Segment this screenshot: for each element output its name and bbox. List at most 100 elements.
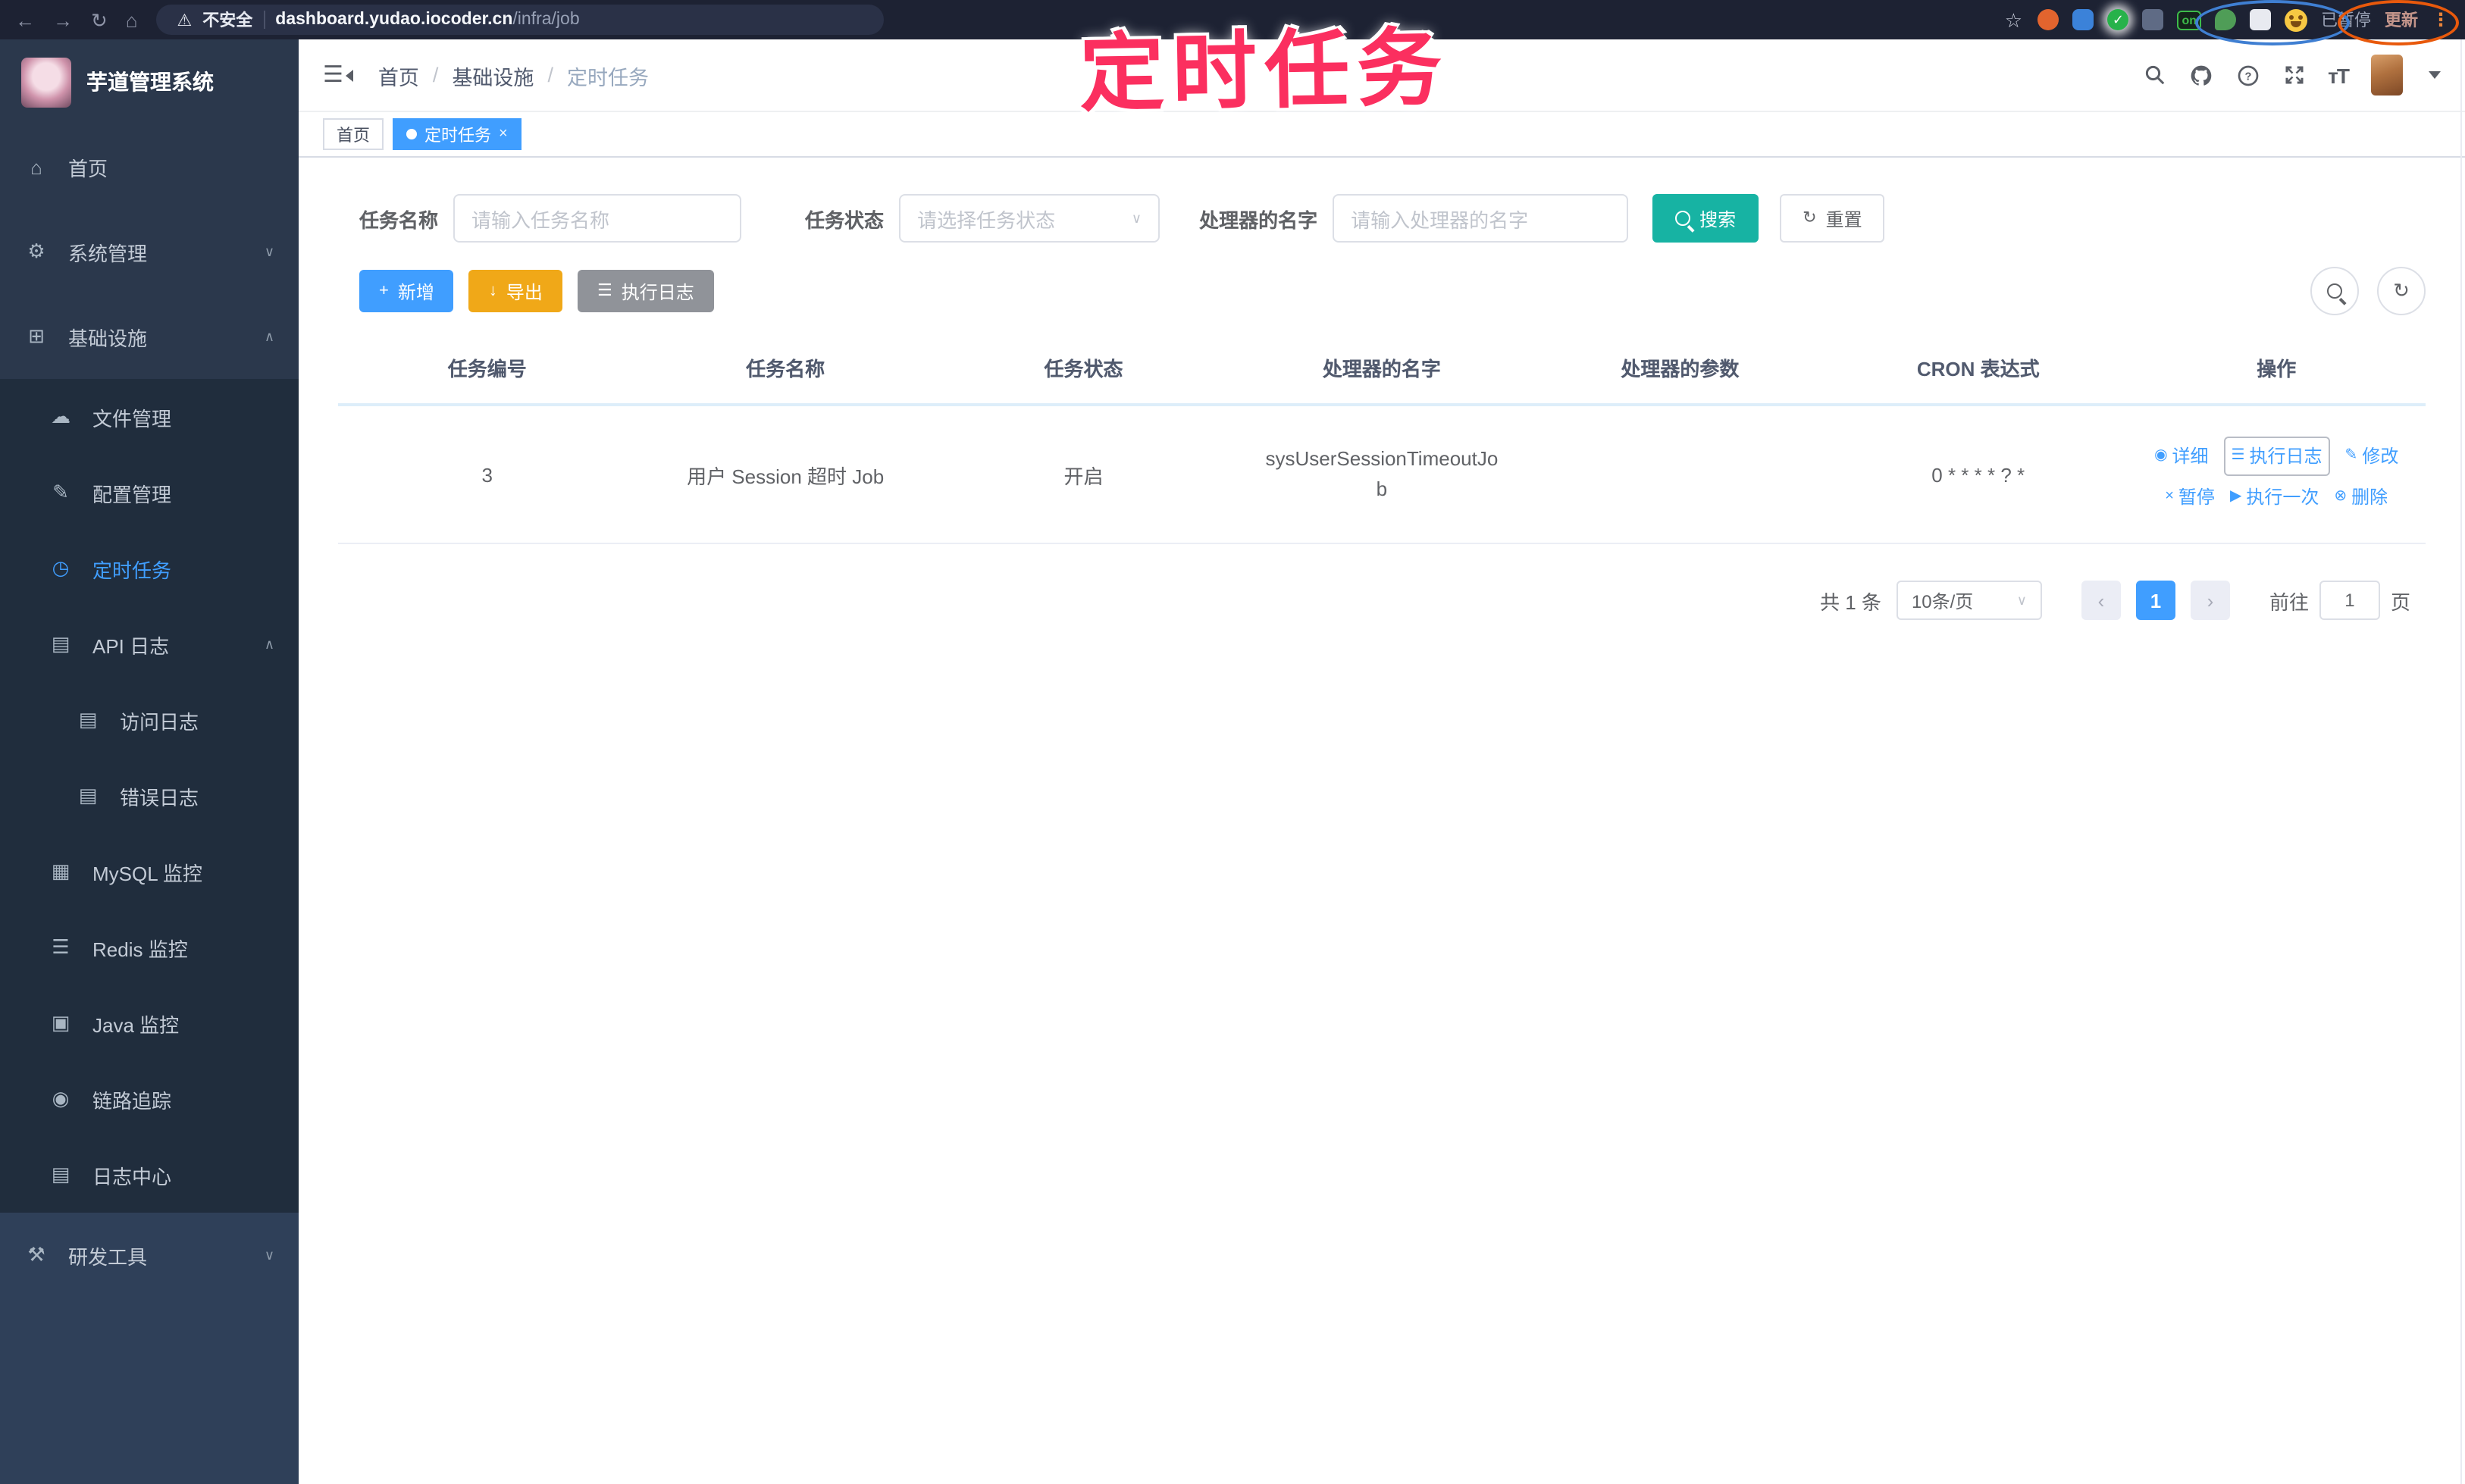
cell-operations: ◉ 详细 ☰ 执行日志 ✎ 修改 × 暂停 ▶ 执行一次 ⊗ 删除 [2127, 405, 2426, 544]
prev-page-button[interactable]: ‹ [2081, 581, 2121, 620]
refresh-table-button[interactable]: ↻ [2377, 267, 2426, 315]
app-logo[interactable]: 芋道管理系统 [0, 39, 299, 124]
task-name-input[interactable]: 请输入任务名称 [453, 194, 742, 243]
extension-puzzle-icon[interactable] [2142, 9, 2164, 30]
fullscreen-icon[interactable] [2282, 64, 2305, 86]
export-button[interactable]: ↓ 导出 [468, 270, 562, 312]
edit-link[interactable]: ✎ 修改 [2345, 437, 2399, 474]
cell-task-status: 开启 [934, 405, 1233, 544]
reload-icon[interactable]: ↻ [91, 10, 108, 30]
security-label[interactable]: 不安全 [202, 8, 252, 32]
cell-task-id: 3 [338, 405, 637, 544]
sidebar-item-access-log[interactable]: ▤ 访问日志 [0, 682, 299, 758]
goto-suffix: 页 [2390, 590, 2410, 613]
col-operations: 操作 [2127, 330, 2426, 406]
handler-name-input[interactable]: 请输入处理器的名字 [1333, 194, 1629, 243]
task-status-placeholder: 请选择任务状态 [917, 208, 1056, 231]
exec-log-button[interactable]: ☰ 执行日志 [577, 270, 714, 312]
address-bar[interactable]: ⚠ 不安全 dashboard.yudao.iocoder.cn/infra/j… [155, 5, 884, 35]
edit-icon: ✎ [52, 481, 69, 503]
app-title: 芋道管理系统 [86, 70, 214, 94]
cell-task-name: 用户 Session 超时 Job [636, 405, 935, 544]
col-handler-name: 处理器的名字 [1232, 330, 1531, 406]
next-page-button[interactable]: › [2190, 581, 2230, 620]
sidebar-item-file-manage[interactable]: ☁ 文件管理 [0, 379, 299, 455]
sidebar-item-redis-monitor[interactable]: ☰ Redis 监控 [0, 909, 299, 985]
delete-link[interactable]: ⊗ 删除 [2334, 478, 2388, 515]
chevron-down-icon: ∨ [264, 243, 274, 258]
sidebar-item-system[interactable]: ⚙ 系统管理 ∨ [0, 209, 299, 294]
page-size-select[interactable]: 10条/页 ∨ [1896, 581, 2042, 620]
extension-area: ☆ ✓ on 已暂停 更新 ⋮ [2003, 8, 2450, 32]
reset-button[interactable]: ↻ 重置 [1780, 194, 1885, 243]
handler-name-label: 处理器的名字 [1199, 208, 1318, 231]
trash-icon: ⊗ [2334, 487, 2348, 504]
url-text: dashboard.yudao.iocoder.cn/infra/job [275, 11, 579, 29]
toolbar-right: ↻ [2310, 267, 2426, 315]
tab-scheduled-task[interactable]: 定时任务 × [393, 118, 522, 150]
avatar-caret-icon[interactable] [2429, 71, 2441, 79]
on-badge[interactable]: on [2177, 10, 2201, 30]
tags-bar: 首页 定时任务 × [299, 112, 2465, 158]
font-size-icon[interactable]: тT [2328, 63, 2350, 87]
sidebar-item-error-log[interactable]: ▤ 错误日志 [0, 758, 299, 834]
task-name-label: 任务名称 [359, 208, 439, 231]
forward-icon[interactable]: → [53, 10, 73, 30]
download-icon: ↓ [488, 281, 497, 299]
search-icon[interactable] [2143, 64, 2166, 86]
sidebar-collapse-button[interactable]: ☰ [323, 64, 354, 86]
scrollbar-edge[interactable] [2460, 39, 2462, 1484]
run-once-link[interactable]: ▶ 执行一次 [2230, 478, 2319, 515]
sidebar-lower: ⚒ 研发工具 ∨ [0, 1213, 299, 1484]
sidebar-item-log-center[interactable]: ▤ 日志中心 [0, 1137, 299, 1213]
task-status-select[interactable]: 请选择任务状态 ∨ [899, 194, 1160, 243]
browser-menu-icon[interactable]: ⋮ [2432, 9, 2450, 30]
extension-orange-icon[interactable] [2037, 9, 2059, 30]
plus-icon: + [379, 281, 389, 299]
help-icon[interactable]: ? [2235, 63, 2260, 87]
extension-green-check-icon[interactable]: ✓ [2107, 9, 2129, 30]
sidebar-item-label: 定时任务 [92, 559, 172, 581]
page-1-button[interactable]: 1 [2135, 581, 2175, 620]
database-icon: ▦ [51, 859, 70, 882]
sidebar-item-java-monitor[interactable]: ▣ Java 监控 [0, 985, 299, 1061]
home-icon: ⌂ [30, 155, 42, 178]
sidebar-item-trace[interactable]: ◉ 链路追踪 [0, 1061, 299, 1137]
user-avatar[interactable] [2371, 55, 2403, 95]
goto-page-input[interactable]: 1 [2319, 581, 2380, 620]
add-button[interactable]: + 新增 [359, 270, 454, 312]
sidebar-item-home[interactable]: ⌂ 首页 [0, 124, 299, 209]
row-exec-log-link[interactable]: ☰ 执行日志 [2223, 436, 2330, 475]
sidebar-item-api-log[interactable]: ▤ API 日志 ∧ [0, 606, 299, 682]
sidebar-item-config-manage[interactable]: ✎ 配置管理 [0, 455, 299, 531]
sidebar-item-label: API 日志 [92, 634, 170, 657]
toggle-search-button[interactable] [2310, 267, 2359, 315]
sidebar-item-infra[interactable]: ⊞ 基础设施 ∧ [0, 294, 299, 379]
extension-leaf-icon[interactable] [2215, 9, 2236, 30]
run-once-label: 执行一次 [2246, 486, 2319, 507]
gear-icon: ⚙ [27, 240, 45, 262]
back-icon[interactable]: ← [15, 10, 35, 30]
sidebar-item-label: 首页 [68, 157, 108, 180]
github-icon[interactable] [2188, 63, 2213, 87]
pause-link[interactable]: × 暂停 [2165, 478, 2215, 515]
browser-home-icon[interactable]: ⌂ [126, 10, 138, 30]
update-button[interactable]: 更新 [2385, 8, 2418, 32]
bookmark-star-icon[interactable]: ☆ [2003, 9, 2024, 30]
chevron-up-icon: ∧ [264, 328, 274, 343]
edit-link-label: 修改 [2362, 445, 2399, 466]
tab-home[interactable]: 首页 [323, 118, 384, 150]
sidebar-item-dev-tools[interactable]: ⚒ 研发工具 ∨ [0, 1213, 299, 1298]
breadcrumb-infra[interactable]: 基础设施 [452, 60, 534, 90]
emoji-avatar-icon[interactable] [2285, 8, 2307, 31]
extension-blue-icon[interactable] [2072, 9, 2094, 30]
detail-link[interactable]: ◉ 详细 [2154, 437, 2209, 474]
cell-cron: 0 * * * * ? * [1829, 405, 2128, 544]
sidebar-item-scheduled-task[interactable]: ◷ 定时任务 [0, 531, 299, 606]
extension-white-icon[interactable] [2250, 9, 2271, 30]
breadcrumb-home[interactable]: 首页 [378, 60, 419, 90]
sidebar-item-mysql-monitor[interactable]: ▦ MySQL 监控 [0, 834, 299, 909]
search-button[interactable]: 搜索 [1652, 194, 1759, 243]
close-icon[interactable]: × [499, 126, 508, 142]
delete-link-label: 删除 [2351, 486, 2388, 507]
